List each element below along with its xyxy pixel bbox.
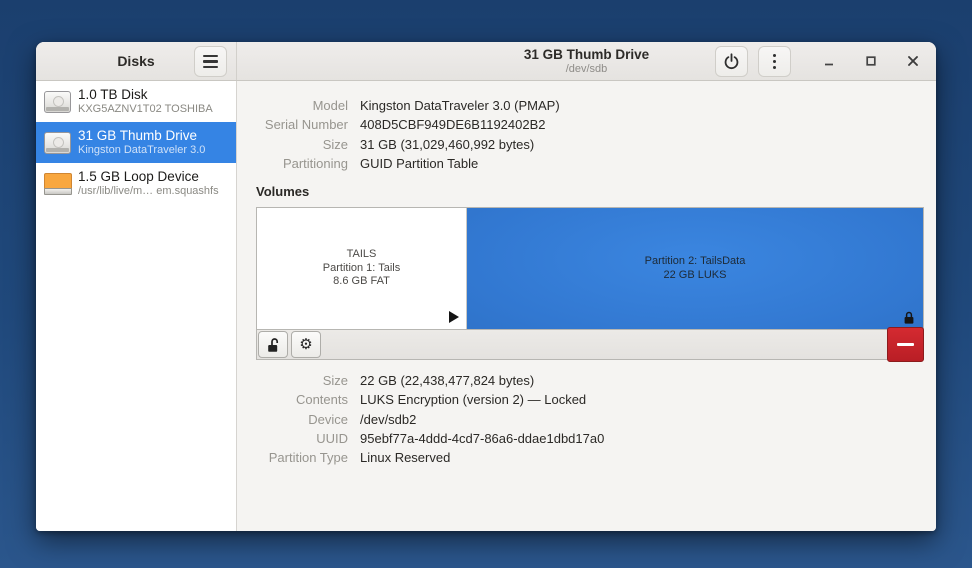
info-row-size: Size 22 GB (22,438,477,824 bytes) bbox=[256, 371, 924, 390]
partition-label: Partition 1: Tails bbox=[323, 262, 400, 276]
volume-toolbar: ⚙ bbox=[257, 329, 923, 359]
device-subtitle: /usr/lib/live/m… em.squashfs bbox=[78, 185, 219, 198]
info-label: Device bbox=[256, 410, 348, 429]
lock-closed-icon bbox=[903, 311, 915, 325]
minimize-icon bbox=[822, 54, 836, 68]
unlock-button[interactable] bbox=[258, 331, 288, 358]
info-value: GUID Partition Table bbox=[360, 154, 478, 173]
info-row-device: Device /dev/sdb2 bbox=[256, 410, 924, 429]
info-label: Partitioning bbox=[256, 154, 348, 173]
device-title: 31 GB Thumb Drive bbox=[78, 128, 205, 144]
device-subtitle: Kingston DataTraveler 3.0 bbox=[78, 144, 205, 157]
info-label: Model bbox=[256, 96, 348, 115]
minimize-button[interactable] bbox=[819, 51, 839, 71]
info-value: 95ebf77a-4ddd-4cd7-86a6-ddae1dbd17a0 bbox=[360, 429, 604, 448]
power-off-button[interactable] bbox=[715, 46, 748, 77]
disks-window: Disks 31 GB Thumb Drive /dev/sdb bbox=[36, 42, 936, 531]
info-value: Kingston DataTraveler 3.0 (PMAP) bbox=[360, 96, 560, 115]
volumes-widget: TAILS Partition 1: Tails 8.6 GB FAT Part… bbox=[256, 207, 924, 360]
hard-disk-icon bbox=[44, 132, 71, 154]
app-title: Disks bbox=[117, 53, 154, 69]
info-value: 408D5CBF949DE6B1192402B2 bbox=[360, 115, 546, 134]
gear-icon: ⚙ bbox=[299, 337, 312, 352]
sidebar-item-disk[interactable]: 1.0 TB Disk KXG5AZNV1T02 TOSHIBA bbox=[36, 81, 236, 122]
info-label: Partition Type bbox=[256, 448, 348, 467]
partition-map: TAILS Partition 1: Tails 8.6 GB FAT Part… bbox=[257, 208, 923, 329]
info-label: Size bbox=[256, 371, 348, 390]
info-value: 22 GB (22,438,477,824 bytes) bbox=[360, 371, 534, 390]
info-label: Contents bbox=[256, 390, 348, 409]
volumes-section-title: Volumes bbox=[256, 184, 924, 199]
hard-disk-icon bbox=[44, 91, 71, 113]
info-row-partition-type: Partition Type Linux Reserved bbox=[256, 448, 924, 467]
header-actions bbox=[715, 46, 791, 77]
unlock-icon bbox=[266, 337, 281, 353]
power-icon bbox=[723, 53, 740, 70]
drive-detail-pane: Model Kingston DataTraveler 3.0 (PMAP) S… bbox=[237, 81, 936, 531]
info-label: UUID bbox=[256, 429, 348, 448]
info-row-serial: Serial Number 408D5CBF949DE6B1192402B2 bbox=[256, 115, 924, 134]
device-subtitle: KXG5AZNV1T02 TOSHIBA bbox=[78, 103, 213, 116]
settings-button[interactable]: ⚙ bbox=[291, 331, 321, 358]
close-button[interactable] bbox=[903, 51, 923, 71]
sidebar-item-thumb-drive[interactable]: 31 GB Thumb Drive Kingston DataTraveler … bbox=[36, 122, 236, 163]
sidebar-header: Disks bbox=[36, 42, 237, 80]
partition-label: TAILS bbox=[347, 248, 377, 262]
close-icon bbox=[906, 54, 920, 68]
info-row-size: Size 31 GB (31,029,460,992 bytes) bbox=[256, 135, 924, 154]
maximize-icon bbox=[864, 54, 878, 68]
partition-1-tails[interactable]: TAILS Partition 1: Tails 8.6 GB FAT bbox=[257, 208, 467, 329]
app-menu-button[interactable] bbox=[194, 46, 227, 77]
info-value: Linux Reserved bbox=[360, 448, 450, 467]
info-label: Size bbox=[256, 135, 348, 154]
sidebar-item-loop-device[interactable]: 1.5 GB Loop Device /usr/lib/live/m… em.s… bbox=[36, 163, 236, 204]
window-controls bbox=[819, 42, 936, 80]
headerbar: Disks 31 GB Thumb Drive /dev/sdb bbox=[36, 42, 936, 81]
partition-label: 8.6 GB FAT bbox=[333, 275, 390, 289]
info-row-uuid: UUID 95ebf77a-4ddd-4cd7-86a6-ddae1dbd17a… bbox=[256, 429, 924, 448]
partition-label: Partition 2: TailsData bbox=[645, 255, 746, 269]
maximize-button[interactable] bbox=[861, 51, 881, 71]
info-row-model: Model Kingston DataTraveler 3.0 (PMAP) bbox=[256, 96, 924, 115]
info-value: /dev/sdb2 bbox=[360, 410, 416, 429]
volume-info: Size 22 GB (22,438,477,824 bytes) Conten… bbox=[256, 371, 924, 467]
three-dot-menu-icon bbox=[773, 54, 776, 70]
device-list: 1.0 TB Disk KXG5AZNV1T02 TOSHIBA 31 GB T… bbox=[36, 81, 237, 531]
info-value: 31 GB (31,029,460,992 bytes) bbox=[360, 135, 534, 154]
partition-2-tailsdata[interactable]: Partition 2: TailsData 22 GB LUKS bbox=[467, 208, 923, 329]
info-row-partitioning: Partitioning GUID Partition Table bbox=[256, 154, 924, 173]
device-title: 1.5 GB Loop Device bbox=[78, 169, 219, 185]
info-row-contents: Contents LUKS Encryption (version 2) — L… bbox=[256, 390, 924, 409]
partition-label: 22 GB LUKS bbox=[664, 269, 727, 283]
loop-device-icon bbox=[44, 173, 71, 195]
info-label: Serial Number bbox=[256, 115, 348, 134]
device-title: 1.0 TB Disk bbox=[78, 87, 213, 103]
hamburger-icon bbox=[203, 55, 218, 69]
main-header: 31 GB Thumb Drive /dev/sdb bbox=[237, 42, 936, 80]
minus-icon bbox=[897, 343, 914, 346]
info-value: LUKS Encryption (version 2) — Locked bbox=[360, 390, 586, 409]
drive-info: Model Kingston DataTraveler 3.0 (PMAP) S… bbox=[256, 96, 924, 173]
delete-partition-button[interactable] bbox=[887, 327, 924, 362]
drive-menu-button[interactable] bbox=[758, 46, 791, 77]
play-icon bbox=[449, 311, 459, 323]
